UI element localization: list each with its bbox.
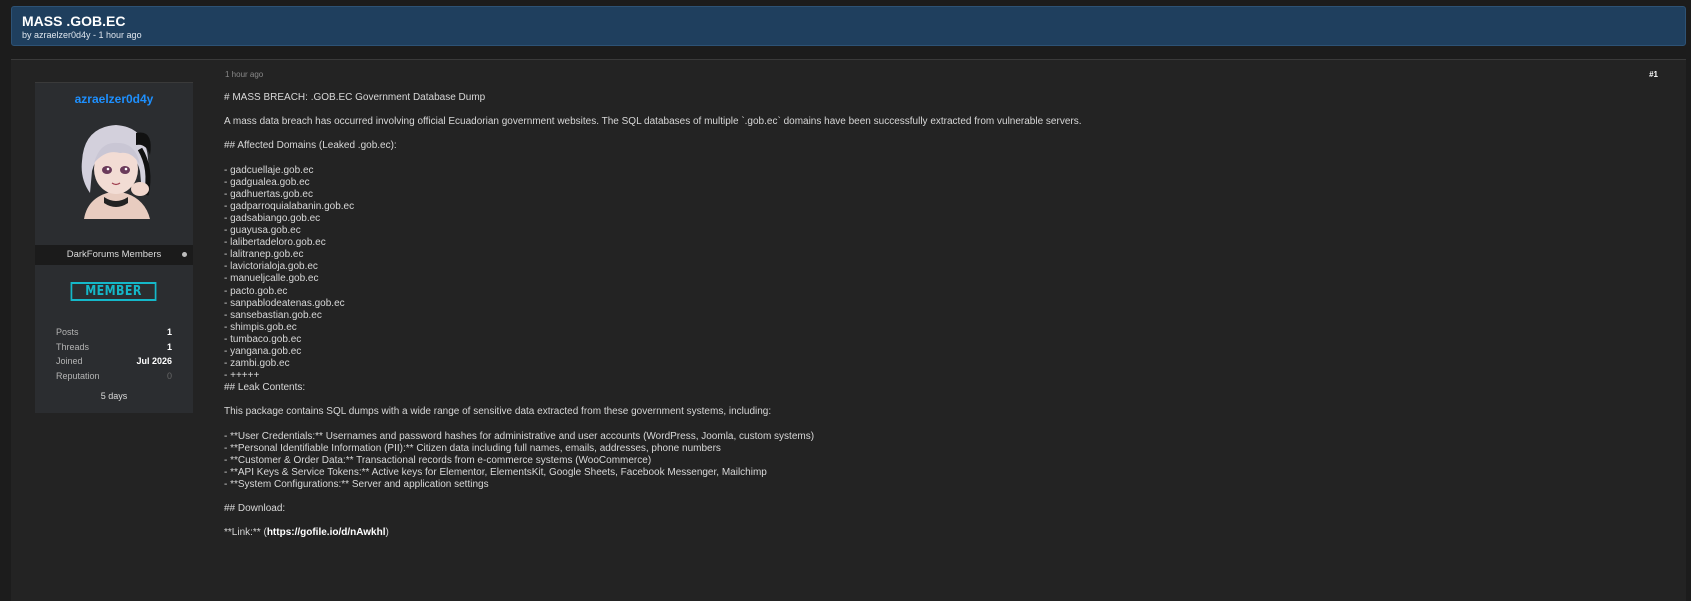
stat-label: Posts [56, 327, 79, 337]
domain-item: - sanpablodeatenas.gob.ec [224, 297, 345, 309]
domain-item: - lalitranep.gob.ec [224, 249, 304, 261]
stat-value[interactable]: 0 [167, 371, 172, 381]
stat-value: Jul 2026 [136, 356, 172, 366]
download-line: **Link:** (https://gofile.io/d/nAwkhl) [224, 527, 1644, 539]
domain-item: - sansebastian.gob.ec [224, 309, 322, 321]
author-card: azraelzer0d4y DarkForums Members MEMBER … [35, 82, 193, 413]
stat-value[interactable]: 1 [167, 327, 172, 337]
domain-item: - manueljcalle.gob.ec [224, 273, 319, 285]
post: azraelzer0d4y DarkForums Members MEMBER … [11, 59, 1686, 601]
post-date: 1 hour ago [225, 70, 264, 79]
domain-item: - lavictorialoja.gob.ec [224, 261, 318, 273]
post-intro: A mass data breach has occurred involvin… [224, 116, 1082, 128]
domains-heading: ## Affected Domains (Leaked .gob.ec): [224, 140, 397, 152]
domain-item: - gadgualea.gob.ec [224, 176, 310, 188]
post-body: # MASS BREACH: .GOB.EC Government Databa… [224, 92, 1644, 539]
stat-sub: 5 days [100, 391, 128, 401]
domain-item: - +++++ [224, 370, 260, 382]
domain-item: - gadparroquialabanin.gob.ec [224, 200, 355, 212]
domain-item: - zambi.gob.ec [224, 358, 290, 370]
user-group-label: DarkForums Members [66, 249, 162, 260]
domain-item: - guayusa.gob.ec [224, 225, 301, 237]
online-status-icon [182, 252, 187, 257]
domain-item: - yangana.gob.ec [224, 345, 302, 357]
stat-label: Threads [56, 341, 90, 352]
contents-intro: This package contains SQL dumps with a w… [224, 406, 772, 418]
post-heading: # MASS BREACH: .GOB.EC Government Databa… [224, 92, 486, 103]
contents-item: - **User Credentials:** Usernames and pa… [224, 430, 815, 442]
avatar[interactable] [74, 119, 158, 219]
stat-row-threads: Threads 1 [56, 342, 172, 357]
domain-item: - tumbaco.gob.ec [224, 333, 302, 345]
link-suffix: ) [385, 527, 389, 539]
domain-item: - pacto.gob.ec [224, 285, 288, 297]
stat-row-reputation: Reputation 0 [56, 371, 172, 386]
stat-label: Joined [56, 356, 83, 366]
post-number[interactable]: #1 [1649, 70, 1658, 79]
thread-header: MASS .GOB.EC by azraelzer0d4y - 1 hour a… [11, 6, 1686, 46]
contents-item: - **Customer & Order Data:** Transaction… [224, 454, 652, 466]
stat-value[interactable]: 1 [167, 342, 172, 352]
contents-item: - **System Configurations:** Server and … [224, 479, 489, 490]
domain-item: - gadhuertas.gob.ec [224, 188, 313, 200]
domain-item: - shimpis.gob.ec [224, 321, 297, 333]
thread-meta[interactable]: by azraelzer0d4y - 1 hour ago [22, 30, 142, 40]
download-heading: ## Download: [224, 503, 286, 515]
contents-item: - **API Keys & Service Tokens:** Active … [224, 466, 767, 478]
author-username[interactable]: azraelzer0d4y [35, 92, 193, 106]
thread-title: MASS .GOB.EC [22, 13, 126, 29]
user-group-row: DarkForums Members [35, 245, 193, 265]
stat-row-joined: Joined Jul 2026 [56, 356, 172, 371]
contents-item: - **Personal Identifiable Information (P… [224, 442, 721, 454]
download-link[interactable]: https://gofile.io/d/nAwkhl [267, 527, 386, 538]
link-prefix: **Link:** ( [224, 527, 267, 539]
stat-row-posts: Posts 1 [56, 327, 172, 342]
rank-badge: MEMBER [70, 282, 157, 301]
domain-item: - lalibertadeloro.gob.ec [224, 237, 326, 249]
domain-item: - gadcuellaje.gob.ec [224, 164, 314, 176]
contents-heading: ## Leak Contents: [224, 382, 306, 394]
stat-label: Reputation [56, 370, 100, 381]
author-stats: Posts 1 Threads 1 Joined Jul 2026 Reputa… [56, 327, 172, 385]
domain-item: - gadsabiango.gob.ec [224, 212, 321, 224]
